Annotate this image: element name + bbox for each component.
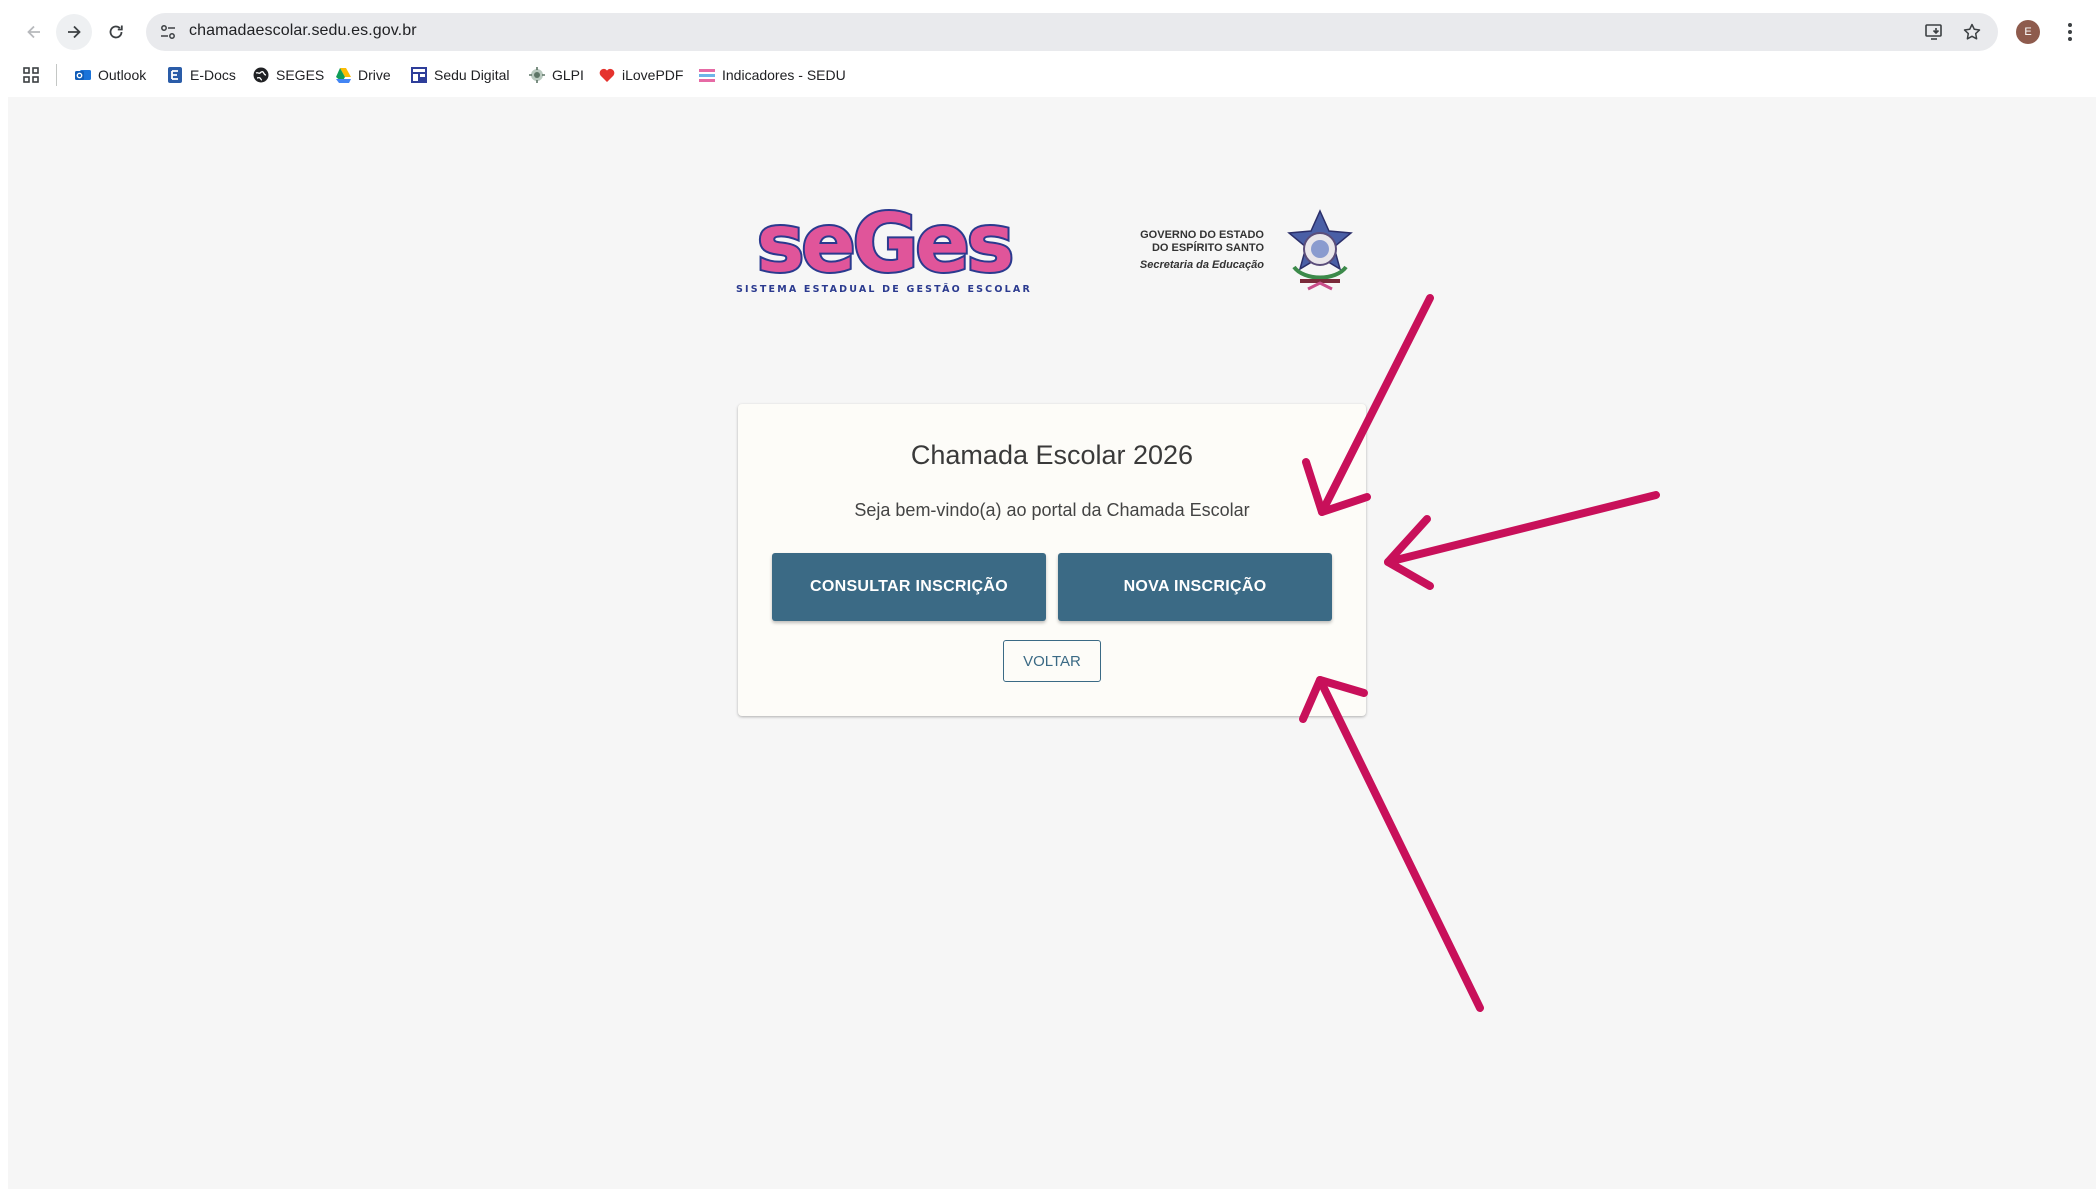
- gov-line-2: DO ESPÍRITO SANTO: [1151, 242, 1264, 254]
- state-coat-of-arms-icon: [1287, 209, 1353, 291]
- back-arrow-icon[interactable]: [16, 14, 52, 50]
- more-menu-icon[interactable]: [2058, 17, 2082, 47]
- nova-inscricao-button[interactable]: NOVA INSCRIÇÃO: [1058, 553, 1332, 621]
- bookmark-outlook[interactable]: Outlook: [74, 64, 146, 86]
- sedu-digital-icon: [410, 66, 428, 84]
- seges-globe-icon: [252, 66, 270, 84]
- address-bar[interactable]: chamadaescolar.sedu.es.gov.br: [146, 13, 1998, 51]
- seges-logo-wordmark: seGes: [757, 207, 1011, 290]
- consultar-inscricao-button[interactable]: CONSULTAR INSCRIÇÃO: [772, 553, 1046, 621]
- bookmark-star-icon[interactable]: [1960, 20, 1984, 44]
- voltar-button[interactable]: VOLTAR: [1003, 640, 1101, 682]
- chamada-escolar-card: Chamada Escolar 2026 Seja bem-vindo(a) a…: [738, 404, 1366, 716]
- welcome-message: Seja bem-vindo(a) ao portal da Chamada E…: [854, 500, 1250, 520]
- page-title: Chamada Escolar 2026: [910, 440, 1194, 470]
- bookmark-label: GLPI: [552, 67, 584, 83]
- government-logo: GOVERNO DO ESTADO DO ESPÍRITO SANTO Secr…: [1120, 207, 1364, 297]
- bookmark-label: E-Docs: [190, 67, 236, 83]
- google-drive-icon: [334, 66, 352, 84]
- glpi-icon: [528, 66, 546, 84]
- bookmark-glpi[interactable]: GLPI: [528, 64, 584, 86]
- bookmarks-bar: Outlook E-Docs SEGES Drive Sedu Digital: [0, 60, 2096, 90]
- bookmark-label: Outlook: [98, 67, 147, 83]
- outlook-icon: [74, 66, 92, 84]
- bookmark-edocs[interactable]: E-Docs: [166, 64, 236, 86]
- seges-tagline: SISTEMA ESTADUAL DE GESTÃO ESCOLAR: [736, 284, 1032, 295]
- bookmark-label: Drive: [358, 67, 391, 83]
- browser-chrome: chamadaescolar.sedu.es.gov.br E Outlook …: [0, 0, 2096, 97]
- site-settings-icon[interactable]: [156, 20, 180, 44]
- profile-avatar[interactable]: E: [2016, 20, 2040, 44]
- gov-secretaria: Secretaria da Educação: [1139, 259, 1264, 271]
- bookmark-label: SEGES: [276, 67, 325, 83]
- edocs-icon: [166, 66, 184, 84]
- install-app-icon[interactable]: [1922, 20, 1946, 44]
- gov-line-1: GOVERNO DO ESTADO: [1140, 229, 1264, 241]
- indicadores-icon: [698, 66, 716, 84]
- seges-logo: seGes SISTEMA ESTADUAL DE GESTÃO ESCOLAR: [736, 195, 1032, 297]
- apps-grid-icon[interactable]: [22, 64, 40, 86]
- url-text[interactable]: chamadaescolar.sedu.es.gov.br: [189, 22, 417, 40]
- bookmark-indicadores[interactable]: Indicadores - SEDU: [698, 64, 846, 86]
- bookmark-ilovepdf[interactable]: iLovePDF: [598, 64, 683, 86]
- bookmark-seges[interactable]: SEGES: [252, 64, 324, 86]
- reload-icon[interactable]: [98, 14, 134, 50]
- government-text: GOVERNO DO ESTADO DO ESPÍRITO SANTO Secr…: [1140, 229, 1264, 272]
- bookmark-label: Sedu Digital: [434, 67, 510, 83]
- bookmark-sedu-digital[interactable]: Sedu Digital: [410, 64, 510, 86]
- bookmark-drive[interactable]: Drive: [334, 64, 391, 86]
- bookmark-label: Indicadores - SEDU: [722, 67, 846, 83]
- forward-arrow-icon[interactable]: [56, 14, 92, 50]
- ilovepdf-icon: [598, 66, 616, 84]
- bookmarks-divider: [56, 64, 57, 86]
- bookmark-label: iLovePDF: [622, 67, 684, 83]
